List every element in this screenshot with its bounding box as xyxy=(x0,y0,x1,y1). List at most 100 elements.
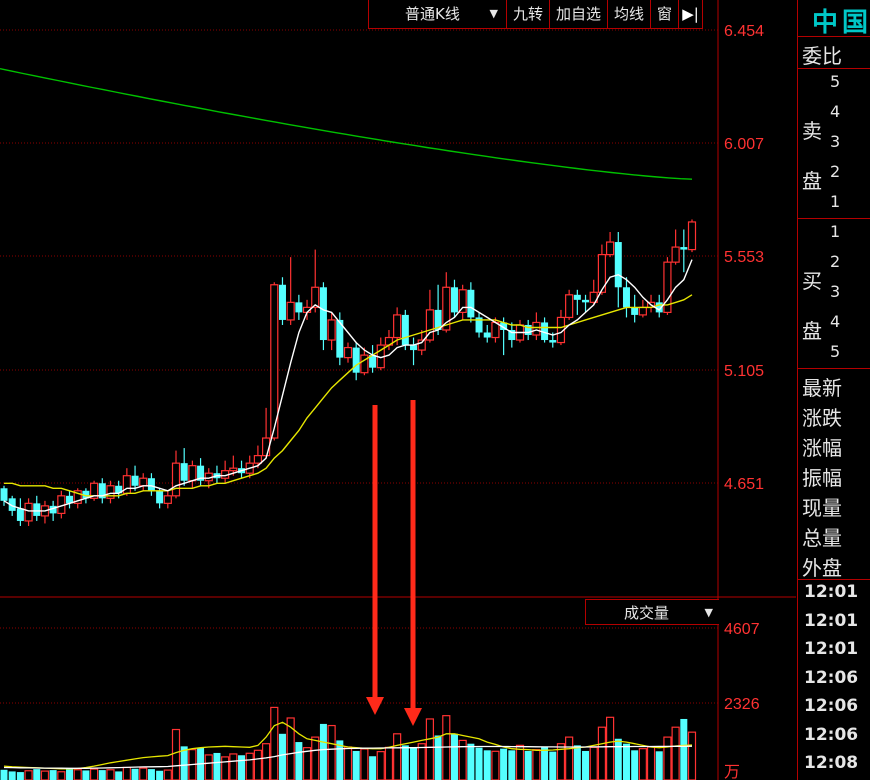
volume-bar xyxy=(82,770,90,780)
candle-body xyxy=(139,477,148,487)
candle-body xyxy=(680,247,688,250)
volume-bar xyxy=(500,748,508,780)
volume-bar xyxy=(261,743,271,780)
volume-bar xyxy=(66,768,74,780)
volume-bar xyxy=(393,733,402,780)
volume-bar xyxy=(98,770,106,780)
chevron-down-icon: ▼ xyxy=(704,606,713,619)
candle-body xyxy=(24,502,33,522)
volume-bar xyxy=(680,718,688,780)
candle-body xyxy=(156,490,164,504)
divider xyxy=(798,368,870,369)
chart-toolbar: 普通K线 ▼ 九转 加自选 均线 窗 ▶| xyxy=(368,0,704,29)
volume-bar xyxy=(163,769,172,780)
candle-body xyxy=(343,346,353,359)
stock-name: 中国 xyxy=(812,8,870,38)
volume-bar xyxy=(327,724,336,780)
candle-body xyxy=(180,463,188,481)
candle-body xyxy=(16,508,24,521)
indicator-select[interactable]: 成交量 ▼ xyxy=(585,599,719,625)
volume-tick-label: 4607 xyxy=(724,621,760,638)
volume-bar xyxy=(475,747,483,780)
candle-body xyxy=(573,294,581,300)
indicator-select-label: 成交量 xyxy=(624,604,670,622)
volume-bar xyxy=(450,733,458,780)
panel-expand-icon[interactable]: ▶| xyxy=(679,0,704,28)
divider xyxy=(798,579,870,580)
volume-bar xyxy=(229,753,238,780)
tick-time: 12:01 xyxy=(804,582,859,602)
candle-body xyxy=(582,299,590,303)
volume-bar xyxy=(638,748,647,780)
volume-bar xyxy=(352,750,360,780)
sell-level-label: 4 xyxy=(830,102,841,121)
volume-bar xyxy=(483,750,491,780)
quote-stat-label: 涨跌 xyxy=(802,406,842,430)
quote-stat-label: 涨幅 xyxy=(802,436,842,460)
volume-bar xyxy=(671,726,680,780)
volume-bar xyxy=(410,747,418,780)
volume-bar xyxy=(597,726,607,780)
candle-body xyxy=(565,294,574,319)
ma-line-button[interactable]: 均线 xyxy=(608,0,652,28)
volume-bar xyxy=(24,770,33,780)
volume-tick-label: 2326 xyxy=(724,696,760,713)
volume-bar xyxy=(573,745,581,780)
volume-bar xyxy=(16,772,24,780)
annotation-arrow-head xyxy=(366,697,384,715)
candle-body xyxy=(286,301,295,321)
volume-bar xyxy=(73,769,82,780)
candle-body xyxy=(253,455,263,464)
volume-bar xyxy=(646,746,656,780)
chart-type-label: 普通K线 xyxy=(405,5,460,23)
candle-body xyxy=(622,287,630,308)
volume-bar xyxy=(434,735,442,780)
nine-turn-button[interactable]: 九转 xyxy=(507,0,551,28)
volume-bar xyxy=(605,716,615,780)
volume-bar xyxy=(270,706,279,780)
volume-bar xyxy=(491,750,500,780)
tick-time: 12:06 xyxy=(804,724,859,745)
volume-bar xyxy=(89,768,99,780)
volume-bar xyxy=(221,756,230,780)
volume-bar xyxy=(376,751,385,780)
candle-body xyxy=(450,287,458,313)
volume-bar xyxy=(369,756,377,780)
volume-bar xyxy=(524,750,532,780)
volume-bar xyxy=(147,769,155,780)
buy-level-label: 2 xyxy=(830,252,841,271)
volume-bar xyxy=(0,769,8,780)
candle-body xyxy=(188,465,197,482)
volume-bar xyxy=(663,736,672,780)
volume-bar xyxy=(425,718,435,780)
kline-chart[interactable]: 6.454 6.007 5.553 5.105 4.651 4607 2326 万 xyxy=(0,0,870,780)
buy-level-label: 5 xyxy=(830,342,841,361)
volume-axis: 4607 2326 万 xyxy=(724,621,760,780)
tick-time: 12:08 xyxy=(804,753,859,773)
volume-bar xyxy=(238,755,246,780)
volume-bar xyxy=(442,715,451,780)
candle-body xyxy=(483,332,491,338)
volume-bar xyxy=(253,749,263,780)
sell-level-label: 1 xyxy=(830,192,841,211)
ma-white-line xyxy=(3,259,693,512)
chart-type-select[interactable]: 普通K线 ▼ xyxy=(369,0,507,28)
ma-lines xyxy=(3,259,693,512)
volume-bar xyxy=(515,744,525,780)
volume-bar xyxy=(655,751,663,780)
window-button[interactable]: 窗 xyxy=(651,0,680,28)
chart-grid xyxy=(0,0,796,780)
volume-bar xyxy=(171,728,181,780)
ma-long-line xyxy=(0,68,693,180)
volume-bar xyxy=(622,743,630,780)
quote-stat-label: 总量 xyxy=(802,526,842,550)
buy-level-label: 4 xyxy=(830,312,841,331)
candle-body xyxy=(671,246,680,263)
candle-body xyxy=(532,321,541,336)
divider xyxy=(798,218,870,219)
add-watchlist-button[interactable]: 加自选 xyxy=(550,0,609,28)
volume-bar xyxy=(204,754,213,780)
buy-level-label: 3 xyxy=(830,282,841,301)
chevron-down-icon: ▼ xyxy=(489,7,498,20)
candle-body xyxy=(295,302,303,313)
